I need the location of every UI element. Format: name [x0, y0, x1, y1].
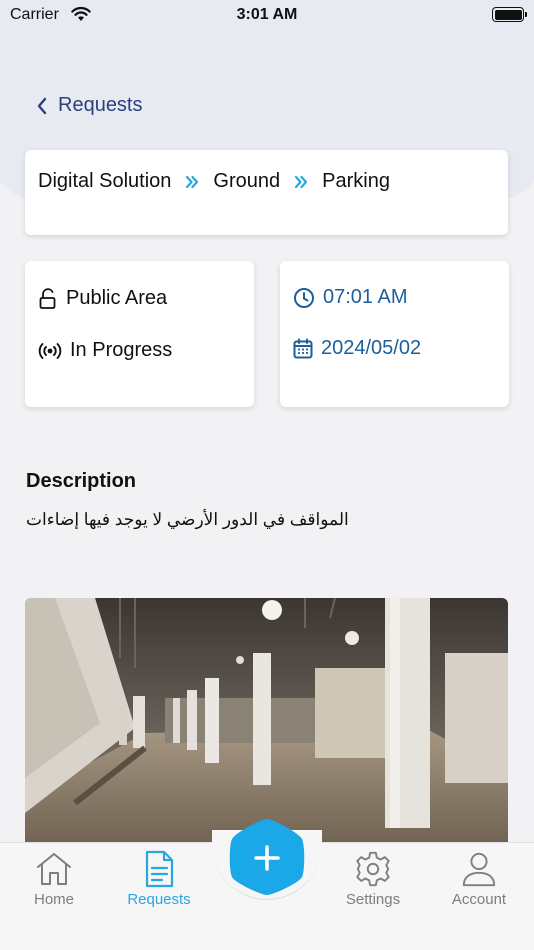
plus-icon — [229, 819, 305, 895]
request-info-card: Public Area In Progress — [25, 261, 254, 407]
breadcrumb-item-floor: Ground — [213, 170, 281, 192]
unlock-icon — [39, 287, 56, 309]
calendar-icon — [293, 338, 313, 358]
time-value: 07:01 AM — [323, 286, 408, 308]
double-chevron-right-icon — [294, 175, 308, 189]
status-bar: Carrier 3:01 AM — [0, 0, 534, 30]
tab-requests-label: Requests — [127, 891, 191, 908]
request-photo[interactable] — [25, 598, 508, 850]
schedule-card: 07:01 AM 2024/05/02 — [280, 261, 509, 407]
time-row: 07:01 AM — [293, 286, 408, 309]
location-card: Digital Solution Ground Parking — [25, 150, 508, 235]
tab-settings-label: Settings — [345, 891, 401, 908]
back-button[interactable]: Requests — [36, 94, 143, 117]
status-label: In Progress — [70, 339, 173, 361]
tab-settings[interactable]: Settings — [323, 850, 423, 908]
parking-photo-image — [25, 598, 508, 850]
tab-requests[interactable]: Requests — [109, 850, 209, 908]
add-request-button[interactable] — [229, 817, 305, 897]
breadcrumb-item-location: Parking — [322, 170, 390, 192]
clock: 3:01 AM — [236, 6, 298, 23]
user-icon — [462, 852, 496, 887]
double-chevron-right-icon — [185, 175, 199, 189]
document-icon — [145, 850, 174, 888]
breadcrumb-item-site: Digital Solution — [38, 170, 172, 192]
battery-icon — [492, 7, 527, 22]
description-heading: Description — [26, 470, 137, 492]
back-label: Requests — [58, 94, 143, 116]
date-row: 2024/05/02 — [293, 337, 421, 360]
tab-account-label: Account — [451, 891, 507, 908]
tab-home-label: Home — [33, 891, 74, 908]
chevron-left-icon — [37, 97, 47, 114]
gear-icon — [356, 851, 390, 887]
tab-account[interactable]: Account — [429, 850, 529, 908]
broadcast-icon — [38, 342, 62, 359]
status-row: In Progress — [38, 339, 172, 362]
area-row: Public Area — [38, 287, 167, 310]
home-icon — [37, 853, 71, 885]
description-text: المواقف في الدور الأرضي لا يوجد فيها إضا… — [26, 510, 349, 529]
tab-home[interactable]: Home — [4, 850, 104, 908]
area-label: Public Area — [66, 287, 168, 309]
date-value: 2024/05/02 — [321, 337, 422, 359]
breadcrumb: Digital Solution Ground Parking — [38, 170, 390, 193]
clock-icon — [294, 287, 314, 308]
